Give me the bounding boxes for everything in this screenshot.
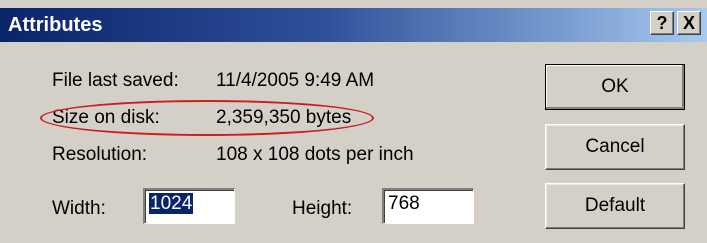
help-button[interactable]: ?: [650, 11, 674, 35]
ok-button[interactable]: OK: [545, 64, 685, 110]
width-label: Width:: [52, 198, 106, 219]
resolution-label: Resolution:: [52, 144, 148, 165]
height-input[interactable]: 768: [382, 188, 474, 224]
height-input-value: 768: [388, 193, 420, 214]
height-label: Height:: [292, 198, 353, 219]
file-last-saved-value: 11/4/2005 9:49 AM: [216, 70, 375, 91]
width-input-value: 1024: [149, 193, 194, 214]
default-button[interactable]: Default: [545, 183, 685, 229]
size-highlight-oval: [40, 100, 374, 136]
resolution-value: 108 x 108 dots per inch: [216, 144, 414, 165]
title-bar[interactable]: Attributes ? X: [0, 8, 707, 42]
close-button[interactable]: X: [677, 11, 701, 35]
window-title: Attributes: [8, 14, 103, 36]
file-last-saved-label: File last saved:: [52, 70, 179, 91]
cancel-button[interactable]: Cancel: [545, 124, 685, 170]
width-input[interactable]: 1024: [143, 188, 235, 224]
attributes-dialog: Attributes ? X File last saved: 11/4/200…: [0, 0, 707, 243]
